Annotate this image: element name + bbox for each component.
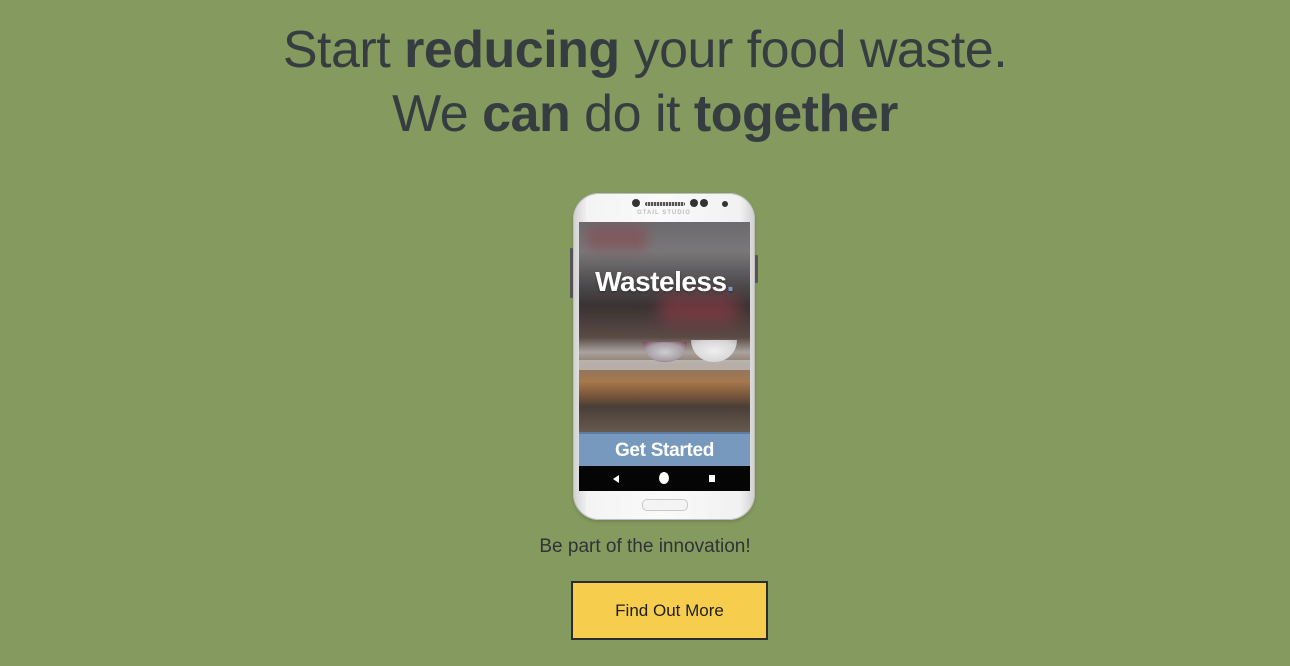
android-nav-bar xyxy=(579,466,750,491)
hero-headline: Start reducing your food waste. We can d… xyxy=(0,18,1290,146)
headline-emphasis: reducing xyxy=(404,21,620,79)
headline-text: your food waste. xyxy=(619,21,1008,79)
headline-text: Start xyxy=(282,21,405,79)
phone-camera-icon xyxy=(690,199,698,207)
photo-detail xyxy=(643,342,687,362)
phone-power-button xyxy=(755,255,758,283)
headline-text: do it xyxy=(570,85,694,143)
headline-text: We xyxy=(392,85,483,143)
app-title: Wasteless. xyxy=(579,266,750,298)
phone-camera-icon xyxy=(700,199,708,207)
phone-brand: GTAIL STUDIO xyxy=(637,210,691,216)
photo-detail xyxy=(587,226,647,250)
back-icon[interactable] xyxy=(613,475,619,483)
recent-apps-icon[interactable] xyxy=(709,475,715,482)
headline-emphasis: can xyxy=(482,85,571,143)
find-out-more-button[interactable]: Find Out More xyxy=(571,581,768,640)
phone-home-key xyxy=(642,499,688,511)
tagline: Be part of the innovation! xyxy=(539,536,751,557)
get-started-button[interactable]: Get Started xyxy=(579,432,750,466)
phone-light-sensor-icon xyxy=(722,201,728,207)
headline-line-1: Start reducing your food waste. xyxy=(0,18,1290,82)
app-hero-photo xyxy=(579,222,750,432)
phone-volume-button xyxy=(570,248,573,298)
phone-screen: Wasteless. Get Started xyxy=(579,222,750,491)
phone-speaker xyxy=(645,202,685,206)
headline-emphasis: together xyxy=(693,85,899,143)
photo-detail xyxy=(659,294,739,324)
home-icon[interactable] xyxy=(659,472,669,484)
headline-line-2: We can do it together xyxy=(0,82,1290,146)
photo-detail xyxy=(691,340,737,362)
phone-sensor-icon xyxy=(632,199,640,207)
app-title-text: Wasteless xyxy=(595,266,727,297)
app-title-dot: . xyxy=(726,266,735,297)
phone-mockup: GTAIL STUDIO Wasteless. Get Started xyxy=(570,193,758,520)
